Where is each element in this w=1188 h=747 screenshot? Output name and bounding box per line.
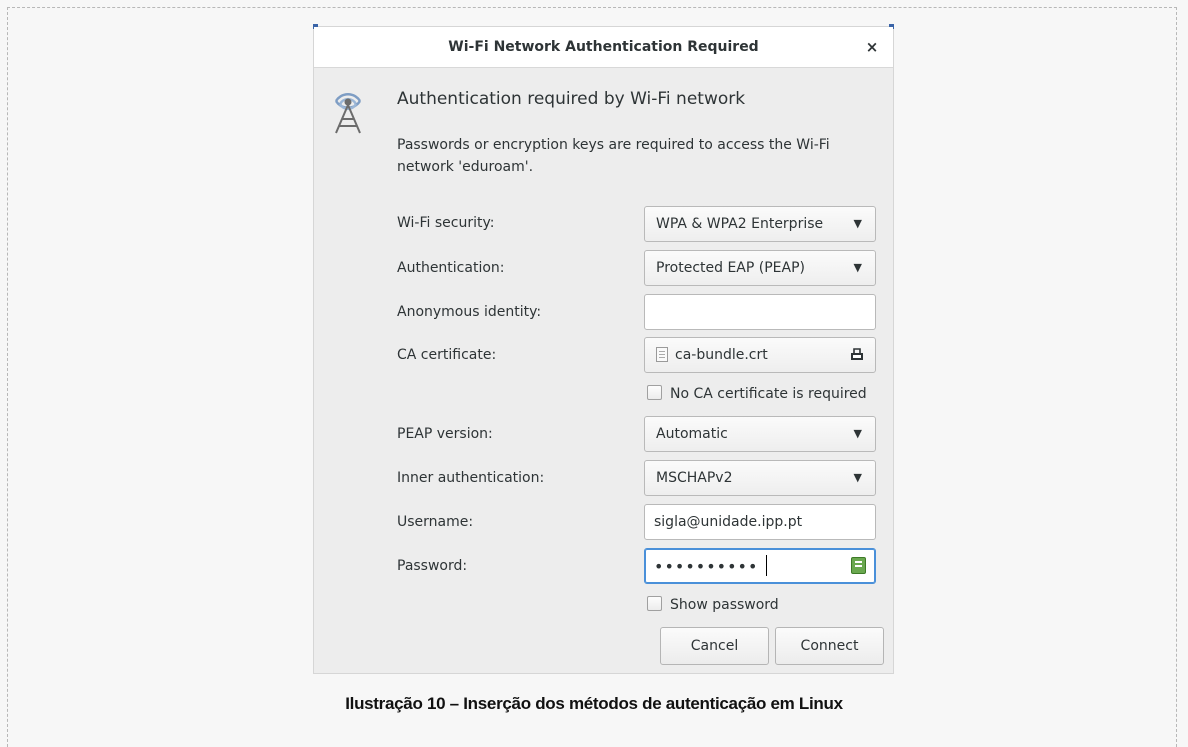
peap-version-dropdown[interactable]: Automatic ▼ <box>644 416 876 452</box>
password-input[interactable]: •••••••••• <box>644 548 876 584</box>
peap-version-value: Automatic <box>656 426 728 442</box>
dialog-description: Passwords or encryption keys are require… <box>397 137 830 175</box>
wifi-security-label: Wi-Fi security: <box>397 215 495 231</box>
ca-certificate-label: CA certificate: <box>397 347 497 363</box>
password-label: Password: <box>397 558 468 574</box>
text-caret <box>766 555 767 576</box>
folder-open-icon <box>851 348 863 360</box>
chevron-down-icon: ▼ <box>853 427 862 440</box>
inner-authentication-dropdown[interactable]: MSCHAPv2 ▼ <box>644 460 876 496</box>
username-value: sigla@unidade.ipp.pt <box>654 514 803 530</box>
connect-button[interactable]: Connect <box>775 627 884 665</box>
key-icon[interactable] <box>851 557 866 574</box>
show-password-label: Show password <box>670 597 779 613</box>
figure-caption: Ilustração 10 – Inserção dos métodos de … <box>345 694 843 713</box>
cancel-button[interactable]: Cancel <box>660 627 769 665</box>
no-ca-required-label: No CA certificate is required <box>670 386 867 402</box>
chevron-down-icon: ▼ <box>853 217 862 230</box>
wifi-auth-dialog: Wi-Fi Network Authentication Required × … <box>313 24 894 673</box>
inner-authentication-value: MSCHAPv2 <box>656 470 733 486</box>
checkbox-box[interactable] <box>647 596 662 611</box>
no-ca-required-checkbox[interactable]: No CA certificate is required <box>647 385 867 402</box>
chevron-down-icon: ▼ <box>853 261 862 274</box>
password-value: •••••••••• <box>654 557 759 576</box>
wifi-security-dropdown[interactable]: WPA & WPA2 Enterprise ▼ <box>644 206 876 242</box>
anonymous-identity-input[interactable] <box>644 294 876 330</box>
wifi-security-value: WPA & WPA2 Enterprise <box>656 216 824 232</box>
ca-certificate-value: ca-bundle.crt <box>675 347 768 363</box>
username-label: Username: <box>397 514 474 530</box>
checkbox-box[interactable] <box>647 385 662 400</box>
chevron-down-icon: ▼ <box>853 471 862 484</box>
show-password-checkbox[interactable]: Show password <box>647 596 779 613</box>
dialog-titlebar: Wi-Fi Network Authentication Required × <box>314 27 893 68</box>
close-icon[interactable]: × <box>861 36 883 58</box>
ca-certificate-chooser[interactable]: ca-bundle.crt <box>644 337 876 373</box>
anonymous-identity-label: Anonymous identity: <box>397 304 542 320</box>
authentication-value: Protected EAP (PEAP) <box>656 260 805 276</box>
authentication-label: Authentication: <box>397 260 505 276</box>
peap-version-label: PEAP version: <box>397 426 493 442</box>
inner-authentication-label: Inner authentication: <box>397 470 545 486</box>
username-input[interactable]: sigla@unidade.ipp.pt <box>644 504 876 540</box>
file-icon <box>656 347 668 362</box>
wifi-icon <box>334 92 362 134</box>
authentication-dropdown[interactable]: Protected EAP (PEAP) ▼ <box>644 250 876 286</box>
dialog-heading: Authentication required by Wi-Fi network <box>397 89 746 109</box>
dialog-title: Wi-Fi Network Authentication Required <box>448 39 759 55</box>
